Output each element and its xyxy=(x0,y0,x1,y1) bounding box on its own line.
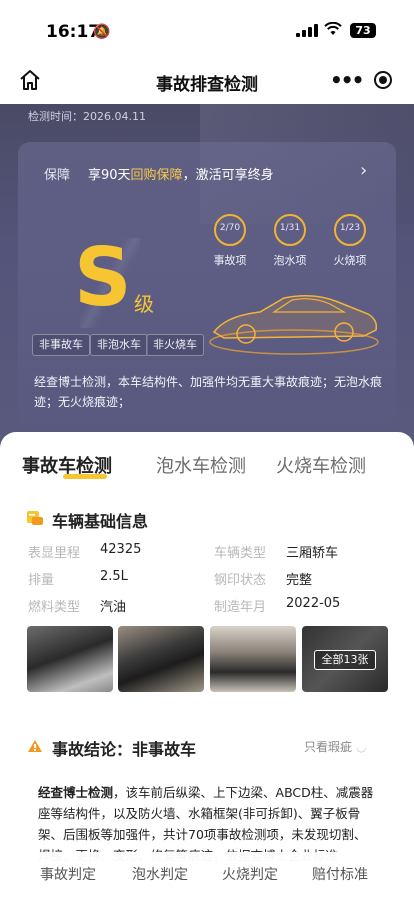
car-photo-interior[interactable] xyxy=(210,626,296,692)
report-hero: 检测时间：2026.04.11 保障 享90天回购保障，激活可享终身 › S 级… xyxy=(0,104,414,454)
fuel-type-value: 汽油 xyxy=(100,600,127,615)
tag-non-fire: 非火烧车 xyxy=(146,334,204,356)
fuel-type-label: 燃料类型 xyxy=(28,600,81,615)
stamp-status-value: 完整 xyxy=(286,573,313,588)
vehicle-type-label: 车辆类型 xyxy=(214,546,267,561)
active-tab-indicator xyxy=(63,474,107,479)
flood-label: 泡水项 xyxy=(273,254,307,267)
more-options-icon[interactable]: ••• xyxy=(330,68,364,92)
only-flaws-toggle[interactable]: 只看瑕疵 ◡ xyxy=(304,738,366,755)
detection-summary: 经查博士检测，本车结构件、加强件均无重大事故痕迹；无泡水痕迹；无火烧痕迹； xyxy=(34,375,383,409)
battery-indicator: 73 xyxy=(350,23,376,38)
grade-card: 保障 享90天回购保障，激活可享终身 › S 级 2/70 事故项 1/31 泡… xyxy=(18,142,396,426)
displacement-value: 2.5L xyxy=(100,569,128,584)
nav-accident-judgment[interactable]: 事故判定 xyxy=(40,864,96,884)
report-content: 事故车检测 泡水车检测 火烧车检测 车辆基础信息 表显里程 42325 车辆类型… xyxy=(0,432,414,863)
tab-flood[interactable]: 泡水车检测 xyxy=(156,452,246,478)
chevron-right-icon: › xyxy=(360,160,368,181)
tag-non-accident: 非事故车 xyxy=(32,334,90,356)
flood-ratio: 1/31 xyxy=(279,223,301,233)
nav-compensation-standard[interactable]: 赔付标准 xyxy=(312,864,368,884)
all-photos-label: 全部13张 xyxy=(314,650,376,670)
stamp-status-label: 钢印状态 xyxy=(214,573,267,588)
grade-letter: S xyxy=(74,231,132,324)
manufacture-date-value: 2022-05 xyxy=(286,596,341,611)
wifi-icon xyxy=(324,21,342,40)
car-photo-front[interactable] xyxy=(27,626,113,692)
status-time: 16:17 xyxy=(46,22,101,42)
accident-label: 事故项 xyxy=(213,254,247,267)
top-nav-bar: 事故排查检测 ••• xyxy=(0,60,414,104)
mileage-value: 42325 xyxy=(100,542,142,557)
basic-info-title: 车辆基础信息 xyxy=(52,512,149,531)
mileage-label: 表显里程 xyxy=(28,546,81,561)
nav-fire-judgment[interactable]: 火烧判定 xyxy=(222,864,278,884)
all-photos-button[interactable]: 全部13张 xyxy=(302,626,388,692)
signal-icon xyxy=(296,24,318,37)
mute-bell-icon: 🔕 xyxy=(93,24,111,40)
guarantee-label: 保障 xyxy=(44,168,71,183)
fire-label: 火烧项 xyxy=(333,254,367,267)
close-miniprogram-icon[interactable] xyxy=(374,71,392,89)
car-photo-rear[interactable] xyxy=(118,626,204,692)
guarantee-banner[interactable]: 保障 享90天回购保障，激活可享终身 › xyxy=(18,156,396,192)
accident-ratio: 2/70 xyxy=(219,223,241,233)
guarantee-text: 享90天回购保障，激活可享终身 xyxy=(88,168,274,183)
grade-suffix: 级 xyxy=(134,292,154,316)
detection-time: 检测时间：2026.04.11 xyxy=(28,110,146,123)
car-wireframe-illustration xyxy=(209,295,379,355)
tag-non-flood: 非泡水车 xyxy=(90,334,148,356)
accident-conclusion-icon xyxy=(28,740,42,752)
fire-ratio: 1/23 xyxy=(339,223,361,233)
bottom-section-nav: 事故判定 泡水判定 火烧判定 赔付标准 xyxy=(0,852,414,900)
status-bar: 16:17 🔕 73 xyxy=(0,0,414,60)
car-doc-icon xyxy=(27,511,43,525)
vehicle-type-value: 三厢轿车 xyxy=(286,546,339,561)
displacement-label: 排量 xyxy=(28,573,55,588)
nav-flood-judgment[interactable]: 泡水判定 xyxy=(132,864,188,884)
conclusion-title: 事故结论：非事故车 xyxy=(52,740,197,759)
manufacture-date-label: 制造年月 xyxy=(214,600,267,615)
tab-fire[interactable]: 火烧车检测 xyxy=(276,452,366,478)
